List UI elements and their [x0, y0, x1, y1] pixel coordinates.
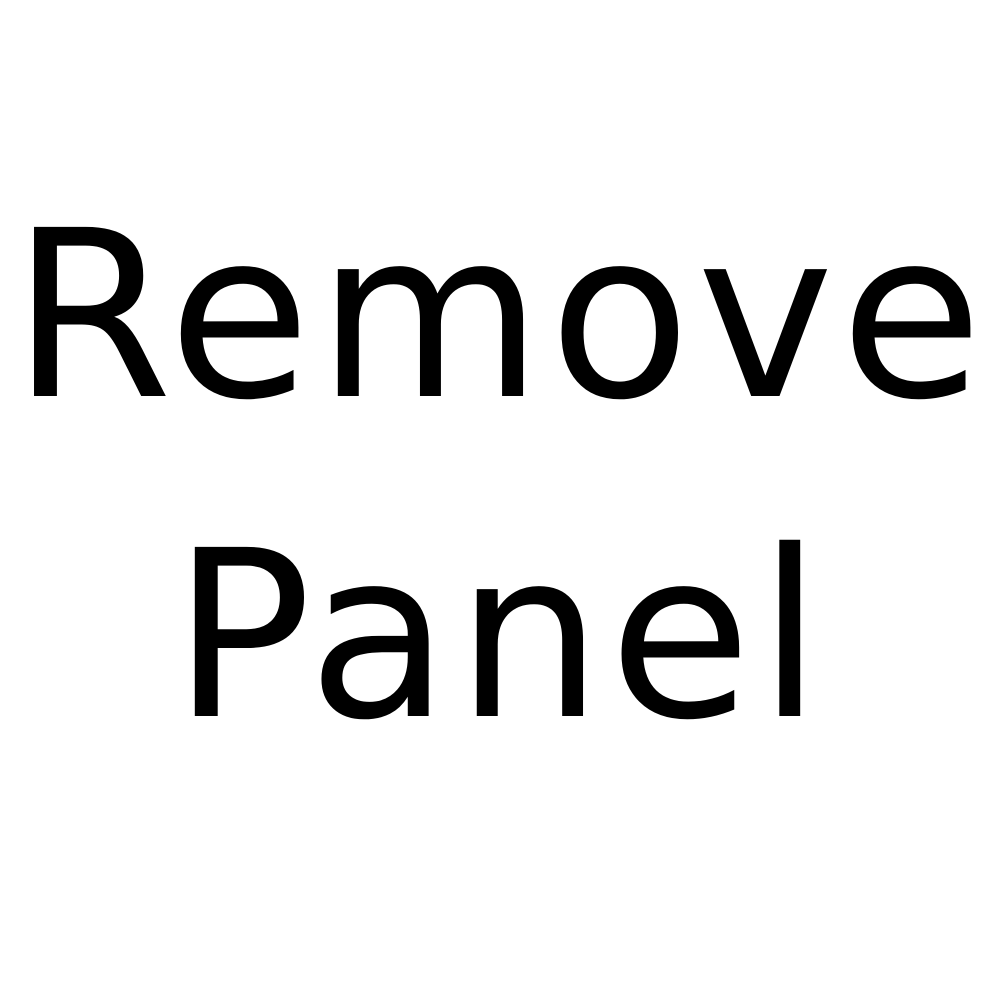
label-line-remove: Remove: [11, 181, 989, 451]
label-line-panel: Panel: [172, 501, 828, 771]
remove-panel-label: Remove Panel: [0, 0, 1000, 1000]
